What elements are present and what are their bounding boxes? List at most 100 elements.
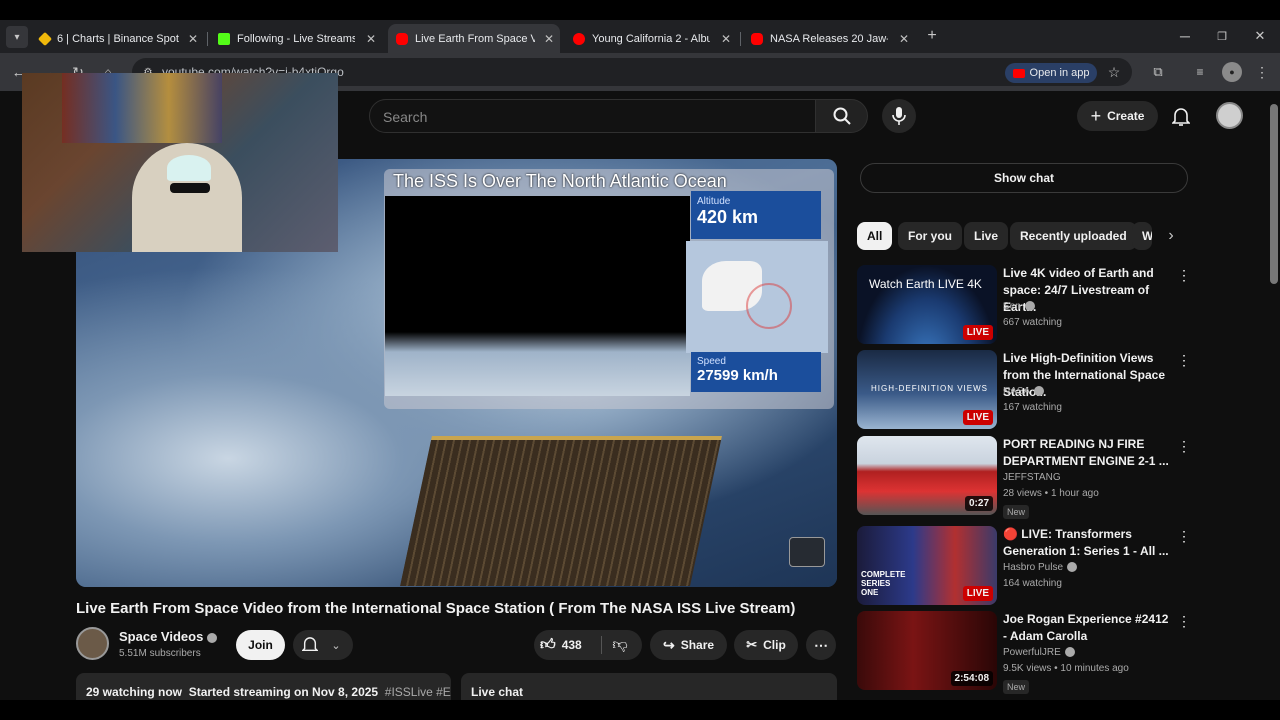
rec-channel[interactable]: PowerfulJRE bbox=[1003, 647, 1075, 658]
tab-title: Live Earth From Space Video bbox=[415, 32, 535, 45]
browser-menu-icon[interactable]: ⋮ bbox=[1252, 62, 1272, 82]
rec-channel[interactable]: Hasbro Pulse bbox=[1003, 562, 1078, 573]
tab-live-earth[interactable]: Live Earth From Space Video ✕ bbox=[388, 24, 560, 53]
close-icon[interactable]: ✕ bbox=[899, 32, 909, 46]
open-in-app-button[interactable]: Open in app bbox=[1005, 63, 1097, 83]
bookmark-star-icon[interactable]: ☆ bbox=[1104, 62, 1124, 82]
description-box[interactable]: 29 watching now Started streaming on Nov… bbox=[76, 673, 451, 703]
channel-watermark-icon[interactable] bbox=[789, 537, 825, 567]
youtube-music-icon bbox=[573, 32, 585, 45]
microphone-icon bbox=[892, 107, 906, 125]
new-badge: New bbox=[1003, 680, 1030, 694]
stream-start-date: Started streaming on Nov 8, 2025 bbox=[188, 685, 379, 699]
chip-recently-uploaded[interactable]: Recently uploaded bbox=[1010, 222, 1137, 250]
more-vertical-icon[interactable]: ⋮ bbox=[1177, 267, 1191, 283]
voice-search-button[interactable] bbox=[882, 99, 916, 133]
more-vertical-icon[interactable]: ⋮ bbox=[1177, 438, 1191, 454]
like-divider bbox=[601, 636, 602, 654]
close-icon[interactable]: ✕ bbox=[721, 32, 731, 46]
list-item[interactable]: 0:27 PORT READING NJ FIRE DEPARTMENT ENG… bbox=[857, 436, 1191, 519]
share-button[interactable]: ↪ Share bbox=[650, 630, 727, 660]
list-item[interactable]: HIGH-DEFINITION VIEWS LIVE Live High-Def… bbox=[857, 350, 1191, 432]
video-thumbnail[interactable]: 2:54:08 bbox=[857, 611, 997, 690]
video-thumbnail[interactable]: Watch Earth LIVE 4K LIVE bbox=[857, 265, 997, 344]
rec-channel[interactable]: Sen bbox=[1003, 301, 1035, 312]
altitude-value: 420 km bbox=[697, 207, 759, 227]
scrollbar-thumb[interactable] bbox=[1270, 104, 1278, 284]
create-button[interactable]: + Create bbox=[1077, 101, 1158, 131]
verified-icon bbox=[1067, 562, 1078, 573]
chip-live[interactable]: Live bbox=[964, 222, 1009, 250]
screen-bottom-border bbox=[0, 700, 1280, 720]
media-control-icon[interactable]: ≡ bbox=[1190, 62, 1210, 82]
tab-nasa-releases[interactable]: NASA Releases 20 Jaw-Dropping ✕ bbox=[743, 24, 915, 53]
chip-watched[interactable]: Watched bbox=[1132, 222, 1152, 250]
new-tab-icon[interactable]: + bbox=[922, 26, 942, 46]
subscriber-count: 5.51M subscribers bbox=[119, 648, 201, 659]
like-button[interactable]: 👍︎ 438 bbox=[540, 634, 582, 656]
rec-meta: 167 watching bbox=[1003, 402, 1062, 413]
chip-for-you[interactable]: For you bbox=[898, 222, 962, 250]
tab-search-dropdown-icon[interactable]: ▾ bbox=[6, 26, 28, 48]
tab-title: Young California 2 - Album bbox=[592, 32, 710, 45]
youtube-icon bbox=[751, 32, 763, 45]
notifications-button[interactable] bbox=[1168, 104, 1194, 130]
bell-icon bbox=[1172, 108, 1190, 126]
thumbnail-text: Watch Earth LIVE 4K bbox=[869, 277, 982, 291]
hashtags[interactable]: #ISSLive #EarthFromSpace bbox=[385, 685, 451, 699]
tab-title: NASA Releases 20 Jaw-Dropping bbox=[770, 32, 888, 45]
video-thumbnail[interactable]: COMPLETE SERIES ONE LIVE bbox=[857, 526, 997, 605]
rec-channel[interactable]: NASA bbox=[1003, 386, 1045, 397]
list-item[interactable]: 2:54:08 Joe Rogan Experience #2412 - Ada… bbox=[857, 611, 1191, 694]
search-input[interactable]: Search bbox=[369, 99, 816, 133]
profile-icon[interactable]: ● bbox=[1222, 62, 1242, 82]
iss-solar-panel-image bbox=[400, 436, 722, 586]
webcam-overlay bbox=[22, 73, 338, 252]
overlay-camera-view bbox=[385, 196, 690, 396]
channel-avatar[interactable] bbox=[76, 627, 109, 660]
tab-binance[interactable]: 6 | Charts | Binance Spot ✕ bbox=[32, 24, 204, 53]
more-vertical-icon[interactable]: ⋮ bbox=[1177, 352, 1191, 368]
video-thumbnail[interactable]: HIGH-DEFINITION VIEWS LIVE bbox=[857, 350, 997, 429]
speed-value: 27599 km/h bbox=[697, 367, 778, 384]
extensions-icon[interactable]: ⧉ bbox=[1148, 62, 1168, 82]
screen-top-border bbox=[0, 0, 1280, 20]
dislike-button[interactable]: 👎︎ bbox=[608, 634, 632, 656]
channel-name[interactable]: Space Videos bbox=[119, 629, 218, 644]
rec-meta: 164 watching bbox=[1003, 578, 1062, 589]
close-icon[interactable]: ✕ bbox=[544, 32, 554, 46]
rec-title[interactable]: Joe Rogan Experience #2412 - Adam Caroll… bbox=[1003, 611, 1175, 645]
tab-young-california[interactable]: Young California 2 - Album ✕ bbox=[565, 24, 737, 53]
chevron-right-icon[interactable]: › bbox=[1160, 225, 1182, 247]
subscription-bell-button[interactable]: ⌄ bbox=[293, 630, 353, 660]
overlay-map bbox=[686, 241, 828, 353]
share-label: Share bbox=[680, 638, 715, 652]
account-avatar[interactable] bbox=[1216, 102, 1243, 129]
more-vertical-icon[interactable]: ⋮ bbox=[1177, 528, 1191, 544]
duration-badge: 2:54:08 bbox=[950, 671, 993, 686]
show-chat-button[interactable]: Show chat bbox=[860, 163, 1188, 193]
clip-button[interactable]: ✂ Clip bbox=[734, 630, 798, 660]
rec-channel[interactable]: JEFFSTANG bbox=[1003, 472, 1061, 483]
join-button[interactable]: Join bbox=[236, 630, 285, 660]
more-actions-button[interactable]: ⋯ bbox=[806, 630, 836, 660]
window-close-icon[interactable]: ✕ bbox=[1250, 26, 1270, 46]
restore-icon[interactable]: ❐ bbox=[1212, 26, 1232, 46]
altitude-panel: Altitude 420 km bbox=[691, 191, 821, 239]
tab-title: Following - Live Streams on Kick bbox=[237, 32, 355, 45]
list-item[interactable]: COMPLETE SERIES ONE LIVE 🔴 LIVE: Transfo… bbox=[857, 526, 1191, 608]
more-vertical-icon[interactable]: ⋮ bbox=[1177, 613, 1191, 629]
close-icon[interactable]: ✕ bbox=[366, 32, 376, 46]
rec-title[interactable]: 🔴 LIVE: Transformers Generation 1: Serie… bbox=[1003, 526, 1175, 560]
tab-kick[interactable]: Following - Live Streams on Kick ✕ bbox=[210, 24, 382, 53]
list-item[interactable]: Watch Earth LIVE 4K LIVE Live 4K video o… bbox=[857, 265, 1191, 347]
chip-all[interactable]: All bbox=[857, 222, 893, 250]
minimize-icon[interactable]: ─ bbox=[1175, 26, 1195, 46]
search-button[interactable] bbox=[815, 99, 868, 133]
video-thumbnail[interactable]: 0:27 bbox=[857, 436, 997, 515]
live-badge: LIVE bbox=[962, 410, 993, 425]
rec-meta: 9.5K views • 10 minutes ago bbox=[1003, 663, 1129, 674]
live-chat-header[interactable]: Live chat bbox=[461, 673, 837, 703]
rec-title[interactable]: PORT READING NJ FIRE DEPARTMENT ENGINE 2… bbox=[1003, 436, 1175, 470]
close-icon[interactable]: ✕ bbox=[188, 32, 198, 46]
